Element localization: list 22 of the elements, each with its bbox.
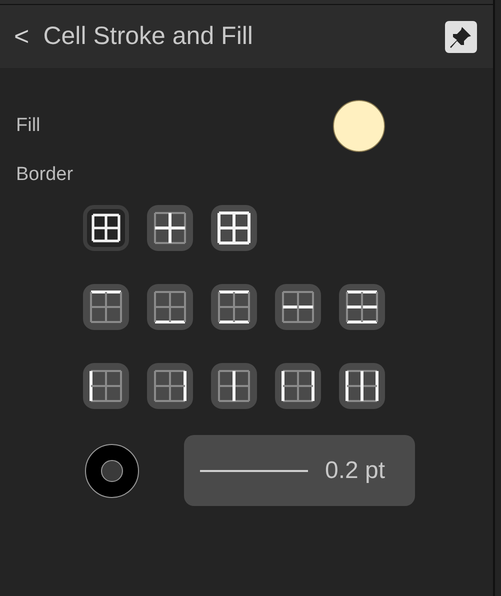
- border-style-button[interactable]: [83, 284, 129, 330]
- border-style-button[interactable]: [339, 284, 385, 330]
- back-button[interactable]: <: [14, 21, 30, 52]
- border-style-button[interactable]: [83, 363, 129, 409]
- line-preview-icon: [200, 470, 308, 472]
- border-style-button[interactable]: [83, 205, 129, 251]
- stroke-width-field[interactable]: 0.2 pt: [184, 435, 415, 506]
- border-style-button[interactable]: [275, 363, 321, 409]
- fill-label: Fill: [16, 115, 40, 137]
- border-style-button[interactable]: [339, 363, 385, 409]
- border-style-button[interactable]: [211, 205, 257, 251]
- stroke-color-swatch[interactable]: [85, 444, 139, 498]
- panel-title: Cell Stroke and Fill: [43, 22, 254, 51]
- border-style-button[interactable]: [147, 363, 193, 409]
- border-style-button[interactable]: [211, 284, 257, 330]
- border-style-button[interactable]: [147, 205, 193, 251]
- fill-color-swatch[interactable]: [333, 100, 385, 152]
- border-style-button[interactable]: [147, 284, 193, 330]
- border-label: Border: [16, 164, 74, 186]
- border-style-button[interactable]: [211, 363, 257, 409]
- border-style-button[interactable]: [275, 284, 321, 330]
- pin-button[interactable]: [445, 20, 477, 52]
